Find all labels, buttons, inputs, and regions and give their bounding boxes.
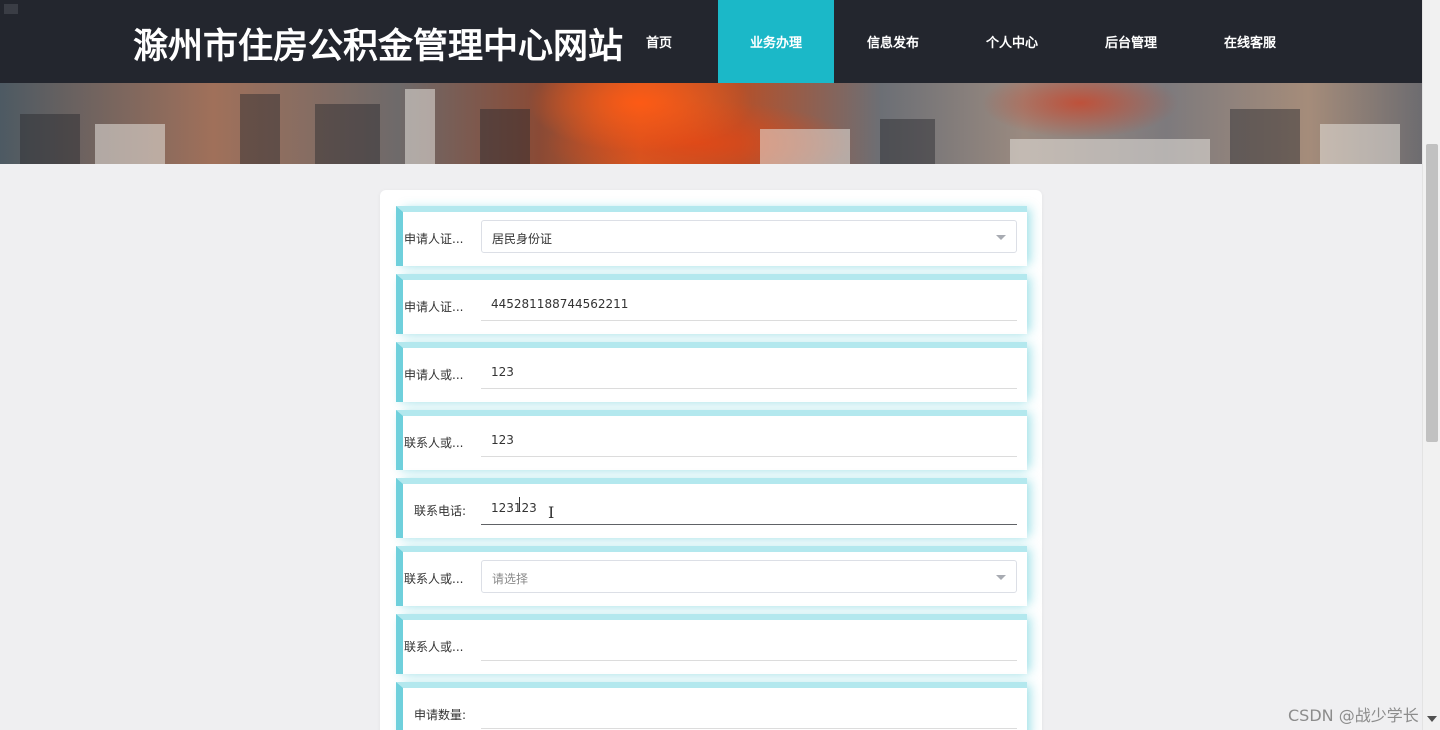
scroll-down-arrow-icon[interactable]: [1427, 716, 1437, 722]
form-row-id-number: 申请人证... 445281188744562211: [396, 274, 1027, 334]
applicant-input[interactable]: 123: [481, 356, 1017, 389]
scrollbar-thumb[interactable]: [1426, 144, 1438, 442]
id-type-select[interactable]: 居民身份证: [481, 220, 1017, 253]
form-label: 联系人或...: [404, 436, 464, 450]
nav-item-news[interactable]: 信息发布: [834, 0, 952, 83]
form-row-contact: 联系人或... 123: [396, 410, 1027, 470]
select-placeholder: 请选择: [492, 572, 529, 586]
phone-input[interactable]: 123123: [481, 492, 1017, 525]
chevron-down-icon: [996, 575, 1006, 580]
contact-extra-input[interactable]: [481, 628, 1017, 661]
form-row-contact-type: 联系人或... 请选择: [396, 546, 1027, 606]
contact-input[interactable]: 123: [481, 424, 1017, 457]
form-label: 申请数量:: [414, 708, 467, 722]
top-navigation-bar: 滁州市住房公积金管理中心网站 首页 业务办理 信息发布 个人中心 后台管理 在线…: [0, 0, 1422, 83]
select-value: 居民身份证: [492, 232, 553, 246]
quantity-input[interactable]: [481, 696, 1017, 729]
form-row-id-type: 申请人证... 居民身份证: [396, 206, 1027, 266]
nav-item-business[interactable]: 业务办理: [718, 0, 834, 83]
form-row-quantity: 申请数量:: [396, 682, 1027, 730]
input-value: 123: [491, 433, 514, 447]
form-label: 联系人或...: [404, 572, 464, 586]
nav-item-admin[interactable]: 后台管理: [1072, 0, 1190, 83]
window-menu-icon[interactable]: [4, 4, 18, 14]
input-value: 445281188744562211: [491, 297, 629, 311]
mouse-ibeam-cursor-icon: I: [548, 503, 555, 522]
form-row-phone: 联系电话: 123123: [396, 478, 1027, 538]
form-row-applicant: 申请人或... 123: [396, 342, 1027, 402]
site-title: 滁州市住房公积金管理中心网站: [133, 27, 624, 67]
form-label: 联系电话:: [414, 504, 467, 518]
nav-item-home[interactable]: 首页: [600, 0, 718, 83]
page-scrollbar[interactable]: [1422, 0, 1440, 730]
input-value: 123: [491, 365, 514, 379]
form-row-contact-extra: 联系人或...: [396, 614, 1027, 674]
input-value: 123123: [491, 501, 537, 515]
form-label: 申请人证...: [404, 232, 464, 246]
form-label: 申请人或...: [404, 368, 464, 382]
form-label: 申请人证...: [404, 300, 464, 314]
chevron-down-icon: [996, 235, 1006, 240]
text-caret: [519, 497, 520, 511]
id-number-input[interactable]: 445281188744562211: [481, 288, 1017, 321]
contact-type-select[interactable]: 请选择: [481, 560, 1017, 593]
nav-item-support[interactable]: 在线客服: [1190, 0, 1310, 83]
main-nav: 首页 业务办理 信息发布 个人中心 后台管理 在线客服: [600, 0, 1310, 83]
nav-item-profile[interactable]: 个人中心: [952, 0, 1072, 83]
form-label: 联系人或...: [404, 640, 464, 654]
watermark: CSDN @战少学长: [1288, 706, 1419, 725]
city-banner-image: [0, 83, 1422, 164]
